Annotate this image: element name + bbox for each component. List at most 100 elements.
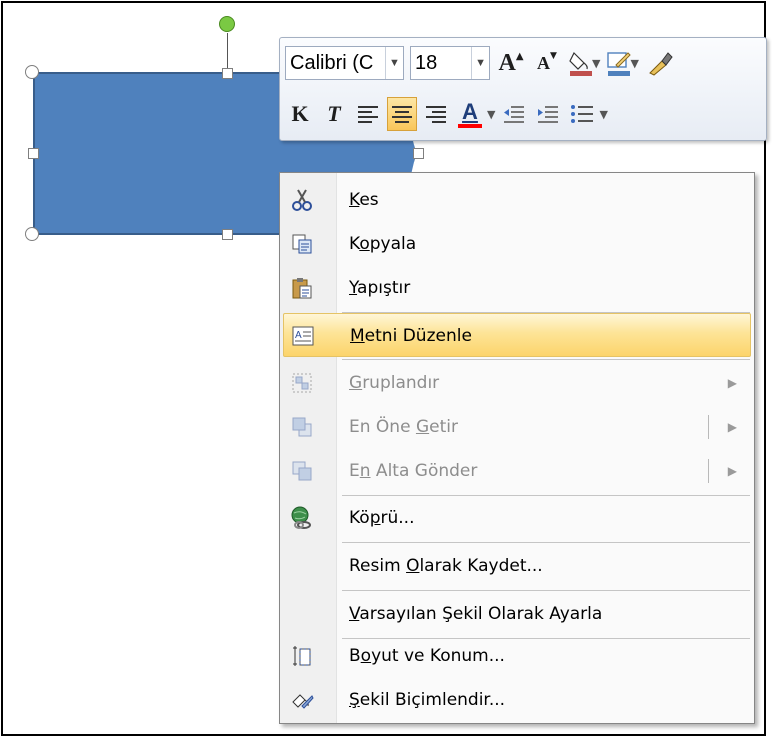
menu-item-cut[interactable]: Kes: [283, 178, 751, 222]
align-right-button[interactable]: [421, 97, 451, 131]
align-center-icon: [392, 106, 412, 123]
decrease-indent-icon: [504, 106, 525, 123]
menu-accel: Y: [349, 278, 358, 298]
grow-font-button[interactable]: A ▲: [496, 46, 526, 80]
svg-text:A: A: [295, 330, 302, 341]
chevron-down-icon[interactable]: ▼: [384, 47, 403, 79]
chevron-down-icon[interactable]: ▼: [487, 108, 495, 121]
menu-item-hyperlink[interactable]: Köprü...: [283, 496, 751, 540]
menu-label: arsayılan Şekil Olarak Ayarla: [359, 604, 603, 624]
chevron-down-icon[interactable]: ▼: [471, 47, 489, 79]
menu-accel: V: [349, 604, 360, 624]
split-divider: [708, 459, 709, 483]
menu-item-format-shape[interactable]: Şekil Biçimlendir...: [283, 678, 751, 722]
menu-accel: M: [350, 326, 365, 346]
resize-handle-bottom[interactable]: [222, 229, 233, 240]
italic-button[interactable]: T: [319, 97, 349, 131]
resize-handle-left[interactable]: [28, 148, 39, 159]
menu-accel: n: [359, 461, 371, 481]
menu-accel: o: [359, 234, 370, 254]
mini-toolbar: Calibri (C ▼ 18 ▼ A ▲ A ▼ ▼ ▼ K T A ▼ ▼: [279, 37, 767, 141]
resize-handle-top[interactable]: [222, 68, 233, 79]
menu-label: Resim: [349, 556, 407, 576]
menu-label: E: [349, 461, 360, 481]
font-name-value: Calibri (C: [290, 51, 374, 74]
menu-item-group[interactable]: Gruplandır ▶: [283, 361, 751, 405]
menu-accel: o: [360, 646, 372, 666]
menu-item-save-as-picture[interactable]: Resim Olarak Kaydet...: [283, 544, 751, 588]
menu-label: etir: [429, 417, 458, 437]
increase-indent-icon: [538, 106, 559, 123]
menu-label: yut ve Konum...: [371, 646, 505, 666]
bold-button[interactable]: K: [285, 97, 315, 131]
format-painter-icon: [649, 52, 673, 76]
shape-fill-button[interactable]: ▼: [568, 46, 600, 80]
shrink-font-label: A: [537, 52, 551, 73]
send-to-back-icon: [289, 458, 315, 484]
menu-accel: G: [349, 373, 363, 393]
menu-accel: K: [349, 190, 360, 210]
submenu-arrow-icon: ▶: [727, 376, 737, 390]
paint-bucket-icon: [569, 51, 592, 76]
menu-separator: [342, 590, 750, 591]
copy-icon: [289, 231, 315, 257]
submenu-arrow-icon[interactable]: ▶: [728, 405, 737, 449]
menu-item-set-default-shape[interactable]: Varsayılan Şekil Olarak Ayarla: [283, 592, 751, 636]
paste-icon: [289, 275, 315, 301]
bullets-button[interactable]: [567, 97, 597, 131]
decrease-indent-button[interactable]: [499, 97, 529, 131]
menu-label: rü...: [380, 508, 415, 528]
split-divider: [708, 415, 709, 439]
menu-label: B: [349, 646, 361, 666]
bring-to-front-icon: [289, 414, 315, 440]
edit-text-icon: A: [290, 323, 316, 349]
menu-item-copy[interactable]: Kopyala: [283, 222, 751, 266]
align-center-button[interactable]: [387, 97, 417, 131]
menu-label: larak Kaydet...: [419, 556, 543, 576]
menu-label: pyala: [369, 234, 417, 254]
font-size-value: 18: [415, 51, 438, 74]
menu-label: es: [359, 190, 379, 210]
font-color-button[interactable]: A: [455, 97, 485, 131]
rotation-line: [227, 33, 228, 68]
down-arrow-icon: ▼: [550, 51, 557, 61]
font-size-combo[interactable]: 18 ▼: [410, 46, 490, 80]
menu-accel: Ş: [349, 690, 360, 710]
menu-label: K: [349, 234, 360, 254]
up-arrow-icon: ▲: [515, 50, 524, 62]
menu-separator: [342, 542, 750, 543]
scissors-icon: [289, 187, 315, 213]
menu-label: apıştır: [357, 278, 411, 298]
format-shape-icon: [289, 687, 315, 713]
rotation-handle[interactable]: [219, 16, 235, 32]
menu-label: etni Düzenle: [364, 326, 472, 346]
menu-label: Alta Gönder: [370, 461, 478, 481]
font-color-label: A: [462, 99, 478, 124]
menu-item-paste[interactable]: Yapıştır: [283, 266, 751, 310]
submenu-arrow-icon[interactable]: ▶: [728, 449, 737, 493]
shape-outline-button[interactable]: ▼: [606, 46, 639, 80]
menu-item-bring-to-front[interactable]: En Öne Getir ▶: [283, 405, 751, 449]
align-left-button[interactable]: [353, 97, 383, 131]
menu-label: En Öne: [349, 417, 416, 437]
group-icon: [289, 370, 315, 396]
menu-item-edit-text[interactable]: A Metni Düzenle: [283, 313, 751, 357]
menu-label: ekil Biçimlendir...: [359, 690, 506, 710]
shrink-font-button[interactable]: A ▼: [532, 46, 562, 80]
bullet-list-icon: [571, 105, 594, 123]
align-right-icon: [426, 106, 446, 123]
resize-handle-bottom-left[interactable]: [25, 227, 39, 241]
chevron-down-icon[interactable]: ▼: [599, 108, 607, 121]
menu-item-send-to-back[interactable]: En Alta Gönder ▶: [283, 449, 751, 493]
menu-separator: [342, 359, 750, 360]
format-painter-button[interactable]: [645, 46, 675, 80]
font-color-swatch: [458, 124, 482, 128]
align-left-icon: [358, 106, 378, 123]
increase-indent-button[interactable]: [533, 97, 563, 131]
menu-item-size-position[interactable]: Boyut ve Konum...: [283, 634, 751, 678]
resize-handle-top-left[interactable]: [25, 65, 39, 79]
chevron-down-icon[interactable]: ▼: [630, 57, 638, 70]
resize-handle-right[interactable]: [413, 148, 424, 159]
font-name-combo[interactable]: Calibri (C ▼: [285, 46, 404, 80]
chevron-down-icon[interactable]: ▼: [592, 57, 600, 70]
